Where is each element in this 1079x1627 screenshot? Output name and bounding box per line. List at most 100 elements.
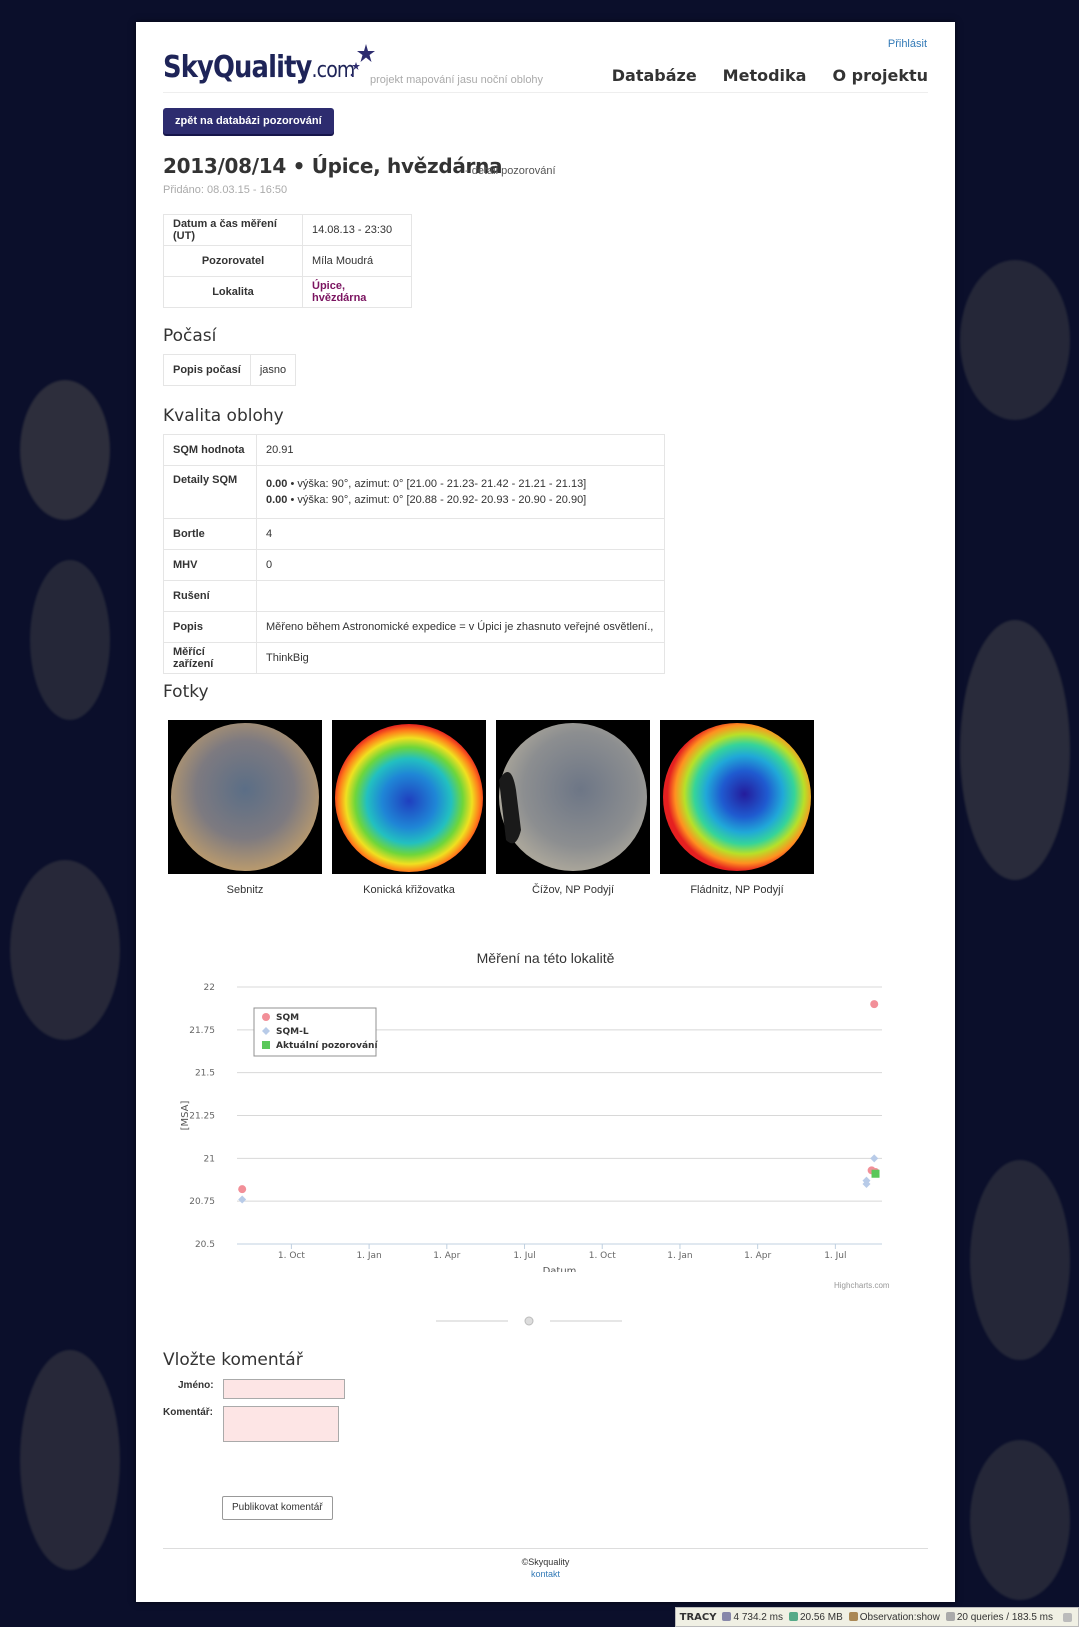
photo-item[interactable]: Sebnitz xyxy=(168,720,322,896)
details-value: 0.00 • výška: 90°, azimut: 0° [21.00 - 2… xyxy=(256,465,665,519)
logo-text: SkyQuality xyxy=(163,50,312,85)
photo-thumbnail[interactable] xyxy=(168,720,322,874)
photo-thumbnail[interactable] xyxy=(660,720,814,874)
tracy-memory[interactable]: 20.56 MB xyxy=(788,1612,843,1623)
database-icon xyxy=(945,1612,955,1622)
clock-icon xyxy=(722,1612,732,1622)
data-point-sqm xyxy=(238,1185,247,1194)
popis-key: Popis xyxy=(163,611,257,643)
table-row: Pozorovatel Míla Moudrá xyxy=(163,245,412,277)
table-row: Měřící zařízení ThinkBig xyxy=(163,642,665,674)
table-row: Popis počasí jasno xyxy=(163,354,297,386)
close-icon[interactable] xyxy=(1063,1612,1072,1622)
publish-comment-button[interactable]: Publikovat komentář xyxy=(222,1496,333,1520)
comment-label: Komentář: xyxy=(163,1407,214,1418)
y-tick-label: 21 xyxy=(204,1154,215,1164)
info-value: Míla Moudrá xyxy=(302,245,412,277)
info-value: 14.08.13 - 23:30 xyxy=(302,214,412,246)
sqm-key: SQM hodnota xyxy=(163,434,257,466)
device-value: ThinkBig xyxy=(256,642,665,674)
device-key: Měřící zařízení xyxy=(163,642,257,674)
mhv-key: MHV xyxy=(163,549,257,581)
data-point-sqm-l xyxy=(238,1195,247,1204)
weather-value: jasno xyxy=(249,354,297,386)
photo-item[interactable]: Fládnitz, NP Podyjí xyxy=(660,720,814,896)
ruseni-key: Rušení xyxy=(163,580,257,612)
weather-key: Popis počasí xyxy=(163,354,251,386)
y-tick-label: 21.5 xyxy=(195,1069,215,1079)
comment-textarea[interactable] xyxy=(223,1406,339,1442)
photo-item[interactable]: Konická křižovatka xyxy=(332,720,486,896)
comment-heading: Vložte komentář xyxy=(163,1350,303,1370)
photo-caption: Sebnitz xyxy=(226,884,264,896)
added-date: Přidáno: 08.03.15 - 16:50 xyxy=(163,184,288,196)
table-row: MHV 0 xyxy=(163,549,665,581)
sqm-value: 20.91 xyxy=(256,434,665,466)
x-tick-label: 1. Jul xyxy=(513,1251,535,1261)
memory-icon xyxy=(788,1612,798,1622)
x-tick-label: 1. Jan xyxy=(667,1251,692,1261)
contact-link[interactable]: kontakt xyxy=(136,1568,955,1580)
chart-title: Měření na této lokalitě xyxy=(476,950,615,966)
details-key: Detaily SQM xyxy=(163,465,257,519)
tracy-observation[interactable]: Observation:show xyxy=(848,1612,940,1623)
nav-metodika[interactable]: Metodika xyxy=(723,66,807,85)
route-icon xyxy=(848,1612,858,1622)
table-row: Bortle 4 xyxy=(163,518,665,550)
legend-label: Aktuální pozorování xyxy=(276,1041,378,1051)
footer: ©Skyquality kontakt xyxy=(136,1556,955,1580)
x-tick-label: 1. Apr xyxy=(433,1251,460,1261)
photo-item[interactable]: Čížov, NP Podyjí xyxy=(496,720,650,896)
x-axis-label: Datum xyxy=(543,1266,577,1272)
details-line: 0.00 • výška: 90°, azimut: 0° [21.00 - 2… xyxy=(266,478,587,490)
y-tick-label: 21.75 xyxy=(189,1026,215,1036)
section-divider xyxy=(436,1316,622,1326)
locality-link[interactable]: Úpice, hvězdárna xyxy=(302,276,412,308)
photo-caption: Čížov, NP Podyjí xyxy=(531,884,615,896)
x-tick-label: 1. Apr xyxy=(744,1251,771,1261)
site-logo[interactable]: SkyQuality.com xyxy=(163,44,386,85)
info-key: Datum a čas měření (UT) xyxy=(163,214,303,246)
x-tick-label: 1. Oct xyxy=(278,1251,305,1261)
sky-quality-heading: Kvalita oblohy xyxy=(163,406,284,426)
photo-thumbnail[interactable] xyxy=(332,720,486,874)
name-input[interactable] xyxy=(223,1379,345,1399)
table-row: Datum a čas měření (UT) 14.08.13 - 23:30 xyxy=(163,214,412,246)
photos-heading: Fotky xyxy=(163,682,209,702)
tracy-time[interactable]: 4 734.2 ms xyxy=(722,1612,783,1623)
y-tick-label: 21.25 xyxy=(189,1112,215,1122)
tracy-label[interactable]: TRACY xyxy=(680,1612,717,1623)
y-axis-label: [MSA] xyxy=(180,1101,191,1131)
bortle-key: Bortle xyxy=(163,518,257,550)
weather-table: Popis počasí jasno xyxy=(163,354,297,386)
data-point-sqm-l xyxy=(870,1154,879,1163)
y-tick-label: 20.75 xyxy=(189,1197,215,1207)
table-row: Detaily SQM 0.00 • výška: 90°, azimut: 0… xyxy=(163,465,665,519)
table-row: Lokalita Úpice, hvězdárna xyxy=(163,276,412,308)
copyright-text: ©Skyquality xyxy=(521,1557,570,1567)
legend-marker-square xyxy=(262,1041,270,1049)
x-tick-label: 1. Jan xyxy=(356,1251,381,1261)
measurement-chart: 22 21.75 21.5 21.25 21 20.75 20.5 1. Oct 1. Jan 1… xyxy=(180,983,882,1272)
legend-marker-circle xyxy=(262,1013,270,1021)
logo-stars-icon xyxy=(350,44,375,77)
nav-o-projektu[interactable]: O projektu xyxy=(832,66,928,85)
table-row: SQM hodnota 20.91 xyxy=(163,434,665,466)
page-title: 2013/08/14 • Úpice, hvězdárna xyxy=(163,154,503,178)
photo-thumbnail[interactable] xyxy=(496,720,650,874)
ruseni-value xyxy=(256,580,665,612)
tracy-debug-bar[interactable]: TRACY 4 734.2 ms 20.56 MB Observation:sh… xyxy=(674,1607,1079,1627)
data-point-current xyxy=(871,1169,880,1178)
photo-gallery: Sebnitz Konická křižovatka Čížov, NP Pod… xyxy=(168,720,814,896)
back-to-database-button[interactable]: zpět na databázi pozorování xyxy=(163,108,334,134)
highcharts-credits[interactable]: Highcharts.com xyxy=(834,1281,890,1290)
legend-label: SQM-L xyxy=(276,1027,309,1037)
y-tick-label: 20.5 xyxy=(195,1240,215,1250)
tracy-queries[interactable]: 20 queries / 183.5 ms xyxy=(945,1612,1053,1623)
sky-quality-table: SQM hodnota 20.91 Detaily SQM 0.00 • výš… xyxy=(163,434,665,674)
logo-suffix: .com xyxy=(311,58,356,83)
observation-info-table: Datum a čas měření (UT) 14.08.13 - 23:30… xyxy=(163,214,412,308)
login-link[interactable]: Přihlásit xyxy=(888,38,927,50)
nav-databaze[interactable]: Databáze xyxy=(612,66,697,85)
x-tick-label: 1. Jul xyxy=(824,1251,846,1261)
